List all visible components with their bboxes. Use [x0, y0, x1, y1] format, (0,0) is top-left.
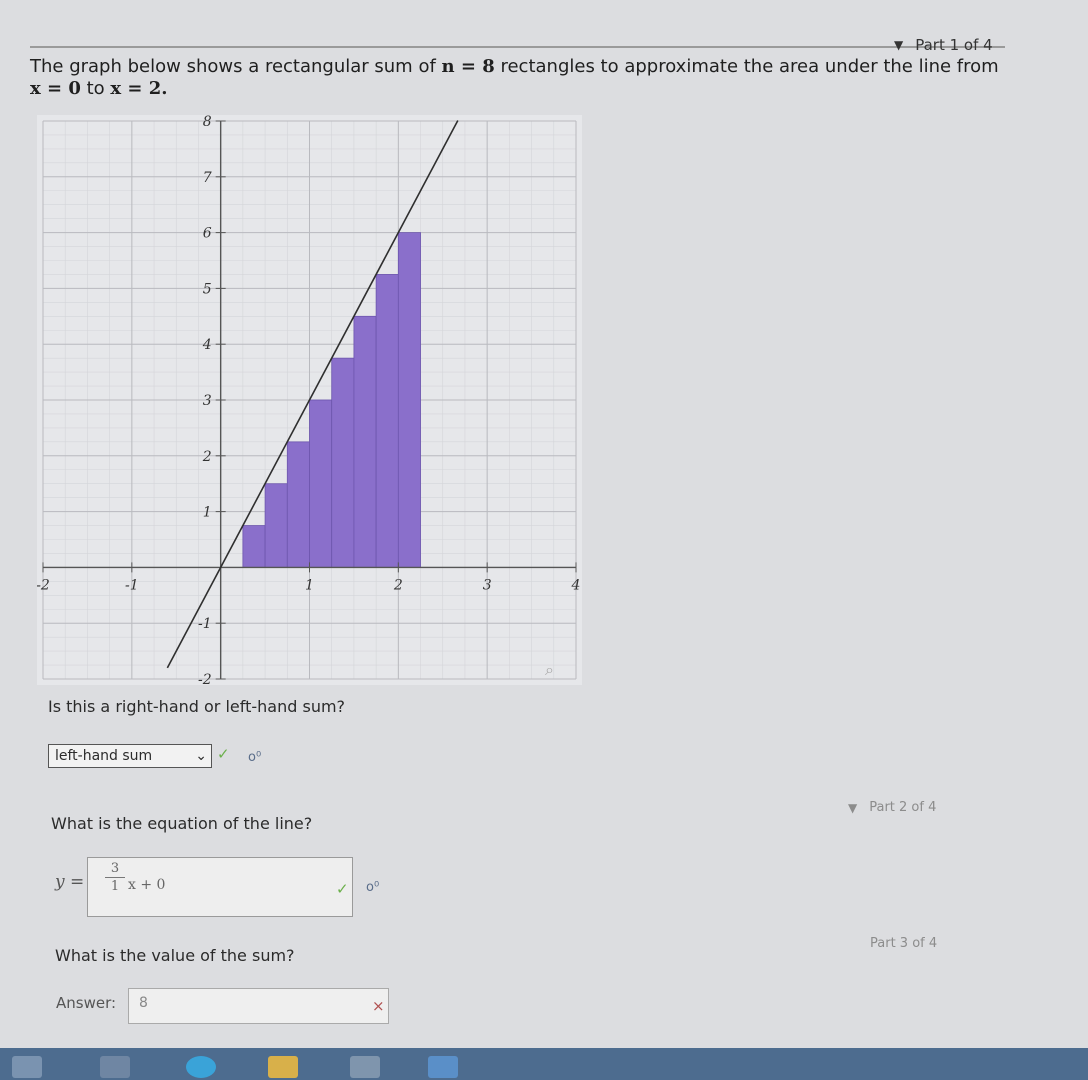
reveal-answer-icon[interactable]: o⁰: [248, 750, 261, 765]
y-tick-label: 3: [203, 393, 212, 409]
part-3-label: Part 3 of 4: [870, 936, 938, 951]
x-tick-label: 1: [305, 577, 314, 593]
riemann-rectangle: [242, 525, 266, 568]
part-2-label: Part 2 of 4: [869, 800, 937, 815]
sum-type-select[interactable]: left-hand sum ⌄: [48, 744, 212, 768]
answer-label: Answer:: [56, 994, 117, 1012]
riemann-sum-graph: -2 -1 1 2 3 4 8 7 6 5 4 3 2 1 -1 -2: [37, 115, 581, 685]
fraction-bar: [105, 877, 125, 878]
answer-input[interactable]: 8: [128, 988, 389, 1024]
prompt-math-n: n = 8: [441, 56, 495, 77]
correct-check-icon: ✓: [336, 880, 349, 898]
top-divider: [30, 46, 1005, 48]
y-tick-label: 1: [203, 505, 212, 521]
y-tick-label: -2: [198, 672, 212, 685]
x-tick-label: -1: [125, 577, 139, 593]
question-1: Is this a right-hand or left-hand sum?: [48, 697, 346, 716]
part-1-toggle[interactable]: ▼ Part 1 of 4: [894, 36, 993, 54]
fraction-denominator: 1: [110, 879, 120, 894]
collapse-triangle-icon: ▼: [894, 38, 904, 52]
question-3: What is the value of the sum?: [55, 946, 295, 965]
fraction-numerator: 3: [110, 861, 120, 876]
prompt-text-b: rectangles to approximate the area under…: [494, 56, 999, 77]
x-tick-label: 4: [571, 577, 581, 593]
browser-icon[interactable]: [186, 1056, 216, 1078]
taskbar: [0, 1048, 1088, 1080]
riemann-rectangle: [397, 232, 421, 568]
task-view-icon[interactable]: [100, 1056, 130, 1078]
equation-y-label: y =: [55, 872, 85, 892]
x-tick-label: 2: [393, 577, 403, 593]
part-2-toggle[interactable]: ▼ Part 2 of 4: [848, 800, 936, 815]
riemann-rectangle: [375, 274, 399, 568]
equation-rest: x + 0: [128, 877, 166, 893]
part-1-label: Part 1 of 4: [915, 36, 993, 54]
y-tick-label: 5: [203, 281, 212, 297]
riemann-rectangle: [264, 483, 288, 568]
x-tick-label: 3: [483, 577, 492, 593]
slope-fraction: 3 1: [105, 861, 125, 894]
problem-statement: The graph below shows a rectangular sum …: [30, 56, 1020, 100]
folder-icon[interactable]: [268, 1056, 298, 1078]
store-icon[interactable]: [428, 1056, 458, 1078]
prompt-text-a: The graph below shows a rectangular sum …: [30, 56, 442, 77]
question-2: What is the equation of the line?: [51, 814, 313, 833]
riemann-rectangle: [331, 357, 355, 568]
graph-panel: -2 -1 1 2 3 4 8 7 6 5 4 3 2 1 -1 -2: [37, 115, 582, 685]
y-tick-label: 6: [203, 226, 212, 242]
collapse-triangle-icon: ▼: [848, 800, 858, 815]
y-tick-label: 2: [202, 449, 212, 465]
prompt-math-x0: x = 0: [30, 78, 81, 99]
y-tick-label: 4: [202, 337, 212, 353]
prompt-math-x2: x = 2.: [110, 78, 168, 99]
riemann-rectangle: [353, 315, 377, 568]
part-3-toggle[interactable]: Part 3 of 4: [870, 936, 937, 951]
start-icon[interactable]: [12, 1056, 42, 1078]
correct-check-icon: ✓: [217, 745, 230, 763]
equation-input[interactable]: 3 1 x + 0: [87, 857, 353, 917]
app-icon[interactable]: [350, 1056, 380, 1078]
x-tick-label: -2: [37, 577, 50, 593]
riemann-rectangle: [286, 441, 310, 568]
sum-type-selected: left-hand sum: [55, 748, 153, 764]
incorrect-x-icon: ×: [372, 997, 385, 1015]
chevron-down-icon: ⌄: [195, 748, 207, 764]
riemann-rectangle: [309, 399, 333, 568]
y-tick-label: -1: [198, 616, 212, 632]
reveal-answer-icon[interactable]: o⁰: [366, 880, 379, 895]
zoom-icon[interactable]: ⌕: [545, 660, 554, 680]
y-tick-label: 7: [203, 170, 212, 186]
prompt-text-c: to: [80, 78, 111, 99]
y-tick-label: 8: [203, 115, 212, 130]
